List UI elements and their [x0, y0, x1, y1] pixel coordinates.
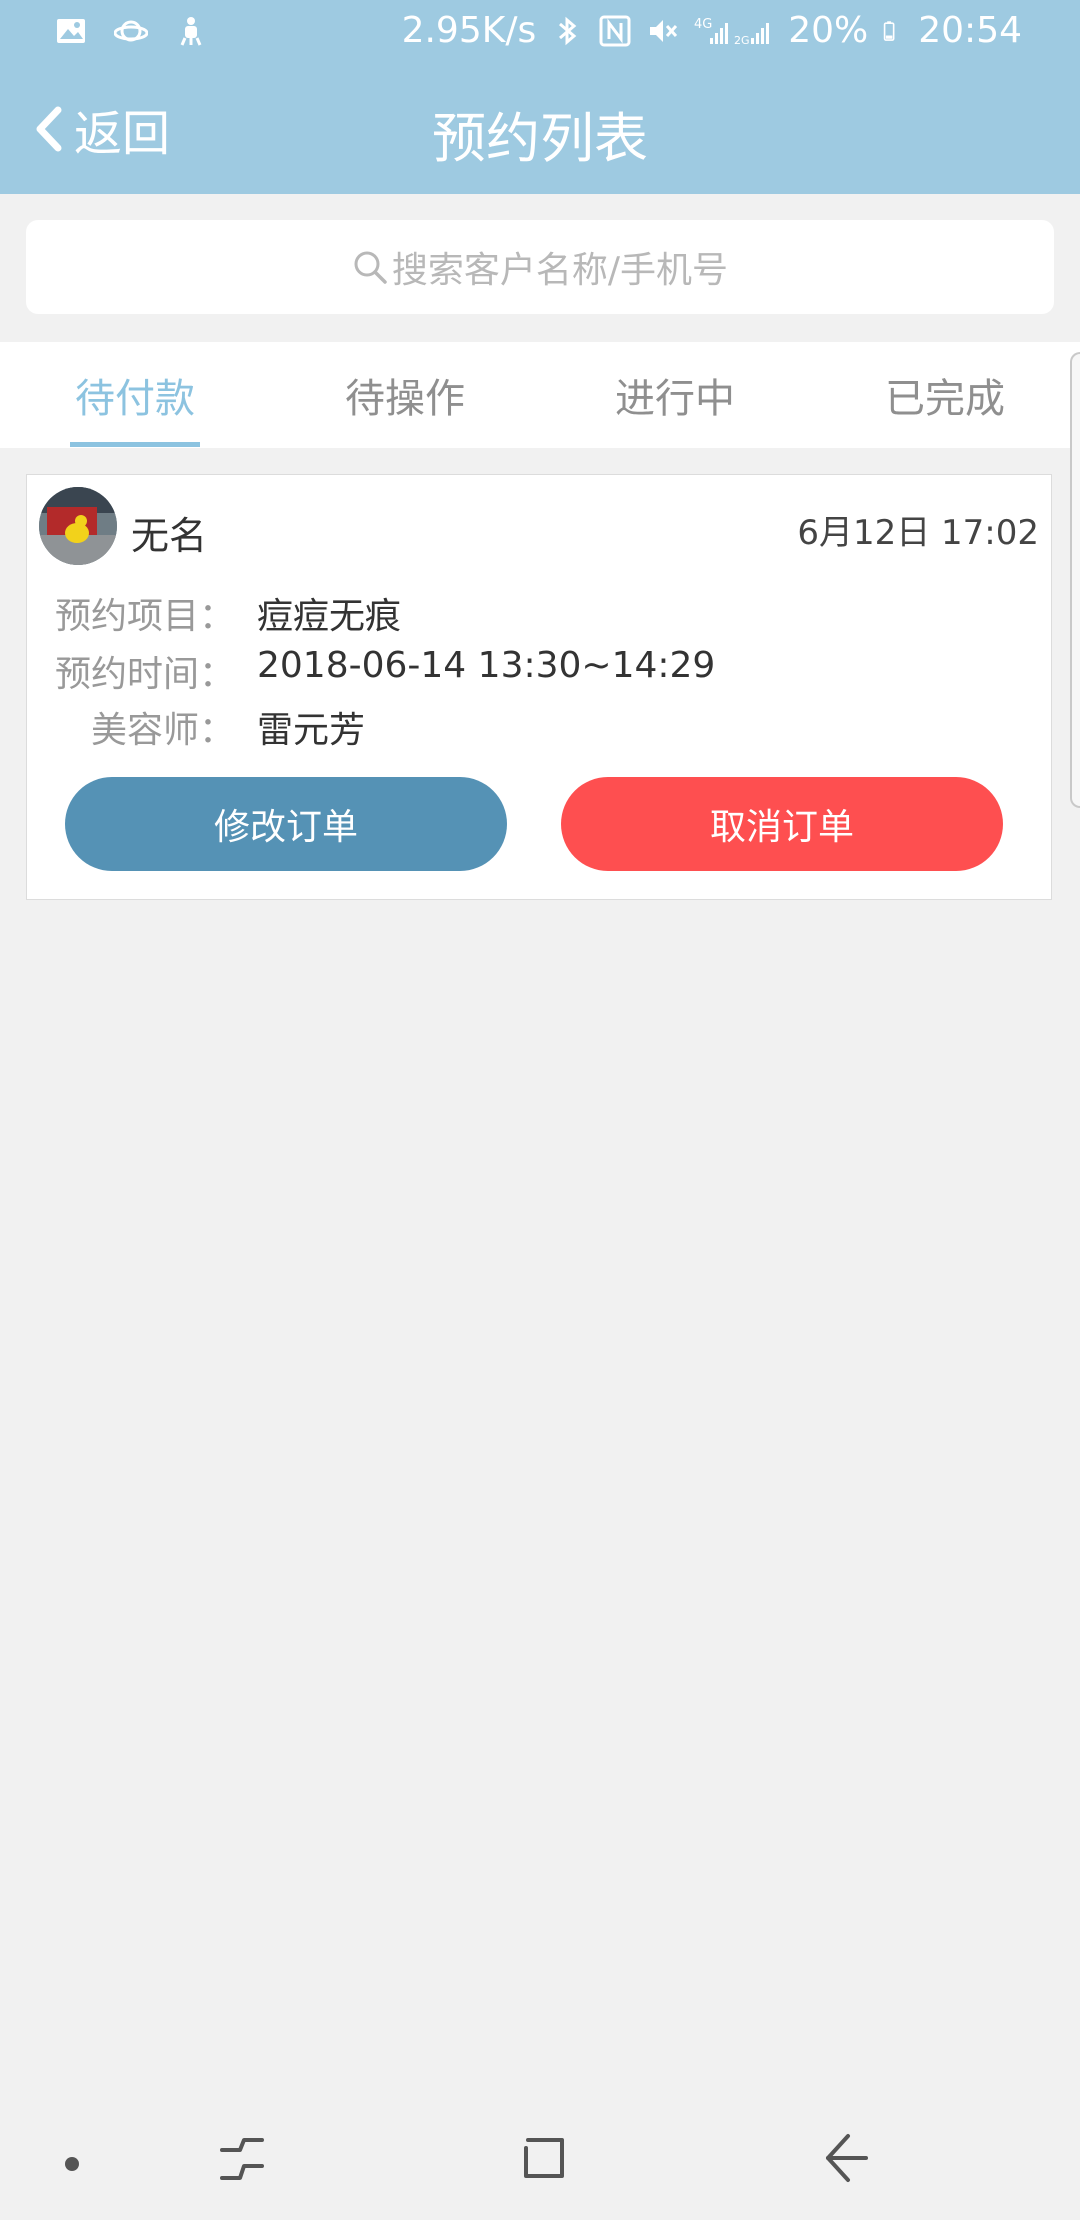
- avatar: [39, 487, 117, 565]
- planet-icon: [114, 20, 148, 42]
- status-right-info: 2.95K/s 4G 2G 20% 20:54: [402, 10, 1022, 51]
- clock: 20:54: [918, 10, 1022, 51]
- order-card[interactable]: 无名 6月12日 17:02 预约项目： 痘痘无痕 预约时间： 2018-06-…: [26, 474, 1052, 900]
- active-tab-indicator: [70, 442, 200, 447]
- home-icon[interactable]: [520, 2130, 570, 2186]
- service-item-label: 预约项目：: [54, 596, 235, 637]
- network-speed: 2.95K/s: [401, 10, 537, 51]
- back-nav-icon[interactable]: [822, 2130, 872, 2186]
- usb-debug-icon: [180, 17, 202, 46]
- status-left-icons: [54, 14, 208, 48]
- search-input[interactable]: 搜索客户名称/手机号: [26, 220, 1054, 314]
- nfc-icon: [599, 15, 631, 46]
- battery-icon: [884, 20, 895, 41]
- tab-in-progress[interactable]: 进行中: [540, 342, 810, 448]
- tab-label: 待付款: [75, 376, 195, 422]
- tab-completed[interactable]: 已完成: [810, 342, 1080, 448]
- mute-icon: [650, 19, 678, 42]
- nav-dot-icon[interactable]: [64, 2156, 80, 2172]
- modify-order-label: 修改订单: [213, 807, 358, 848]
- appointment-time-value: 2018-06-14 13:30~14:29: [257, 645, 716, 686]
- title-row: 返回 预约列表: [0, 66, 1080, 194]
- beautician-value: 雷元芳: [257, 710, 366, 751]
- tab-pending-operation[interactable]: 待操作: [270, 342, 540, 448]
- app-header: 2.95K/s 4G 2G 20% 20:54 返回 预约列表: [0, 0, 1080, 194]
- system-nav-bar: [0, 2090, 1080, 2220]
- status-bar: 2.95K/s 4G 2G 20% 20:54: [0, 0, 1080, 66]
- network-2g: 2G: [734, 34, 750, 47]
- service-item-value: 痘痘无痕: [257, 596, 402, 637]
- modify-order-button[interactable]: 修改订单: [65, 777, 507, 871]
- status-tabs: 待付款 待操作 进行中 已完成: [0, 342, 1080, 448]
- customer-name: 无名: [131, 514, 208, 558]
- bluetooth-icon: [559, 16, 577, 45]
- tab-label: 进行中: [615, 376, 735, 422]
- page-title: 预约列表: [432, 107, 648, 170]
- cancel-order-label: 取消订单: [709, 807, 854, 848]
- cancel-order-button[interactable]: 取消订单: [561, 777, 1003, 871]
- edge-panel-handle[interactable]: [1070, 352, 1080, 808]
- order-created-time: 6月12日 17:02: [797, 513, 1039, 553]
- gallery-icon: [57, 19, 85, 43]
- tab-pending-payment[interactable]: 待付款: [0, 342, 270, 448]
- battery-level: 20%: [788, 10, 869, 51]
- tab-label: 已完成: [885, 376, 1005, 422]
- search-icon: [354, 251, 387, 284]
- signal-icon: 4G 2G: [694, 17, 770, 47]
- recent-apps-icon[interactable]: [218, 2130, 268, 2190]
- appointment-time-label: 预约时间：: [54, 654, 235, 695]
- network-4g: 4G: [694, 17, 712, 32]
- search-placeholder: 搜索客户名称/手机号: [391, 250, 729, 291]
- avatar-image: [39, 487, 117, 565]
- tab-label: 待操作: [345, 376, 465, 422]
- beautician-label: 美容师：: [90, 710, 235, 751]
